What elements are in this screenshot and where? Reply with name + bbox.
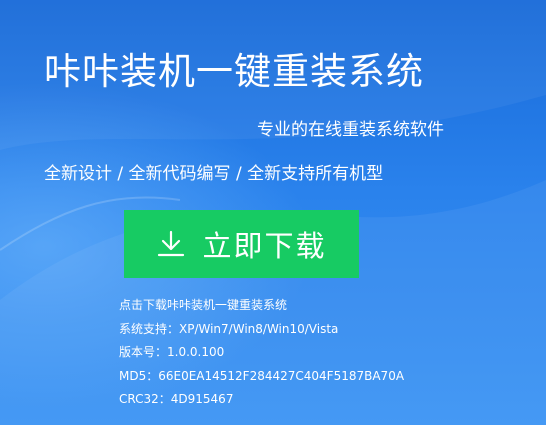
system-support: 系统支持：XP/Win7/Win8/Win10/Vista bbox=[119, 321, 339, 336]
subtitle: 专业的在线重装系统软件 bbox=[257, 120, 444, 140]
download-button-label: 立即下载 bbox=[202, 231, 327, 263]
md5-checksum: MD5：66E0EA14512F284427C404F5187BA70A bbox=[119, 368, 405, 383]
crc32-checksum: CRC32：4D915467 bbox=[119, 392, 234, 406]
download-link-text[interactable]: 点击下载咔咔装机一键重装系统 bbox=[119, 294, 404, 318]
feature-tagline: 全新设计 / 全新代码编写 / 全新支持所有机型 bbox=[44, 164, 384, 184]
hero-banner: 咔咔装机一键重装系统 专业的在线重装系统软件 全新设计 / 全新代码编写 / 全… bbox=[0, 0, 546, 425]
page-title: 咔咔装机一键重装系统 bbox=[44, 50, 424, 93]
version-number: 版本号：1.0.0.100 bbox=[119, 345, 225, 359]
download-button[interactable]: 立即下载 bbox=[124, 210, 359, 278]
download-info-list: 点击下载咔咔装机一键重装系统 系统支持：XP/Win7/Win8/Win10/V… bbox=[119, 294, 404, 412]
download-icon bbox=[158, 230, 185, 257]
